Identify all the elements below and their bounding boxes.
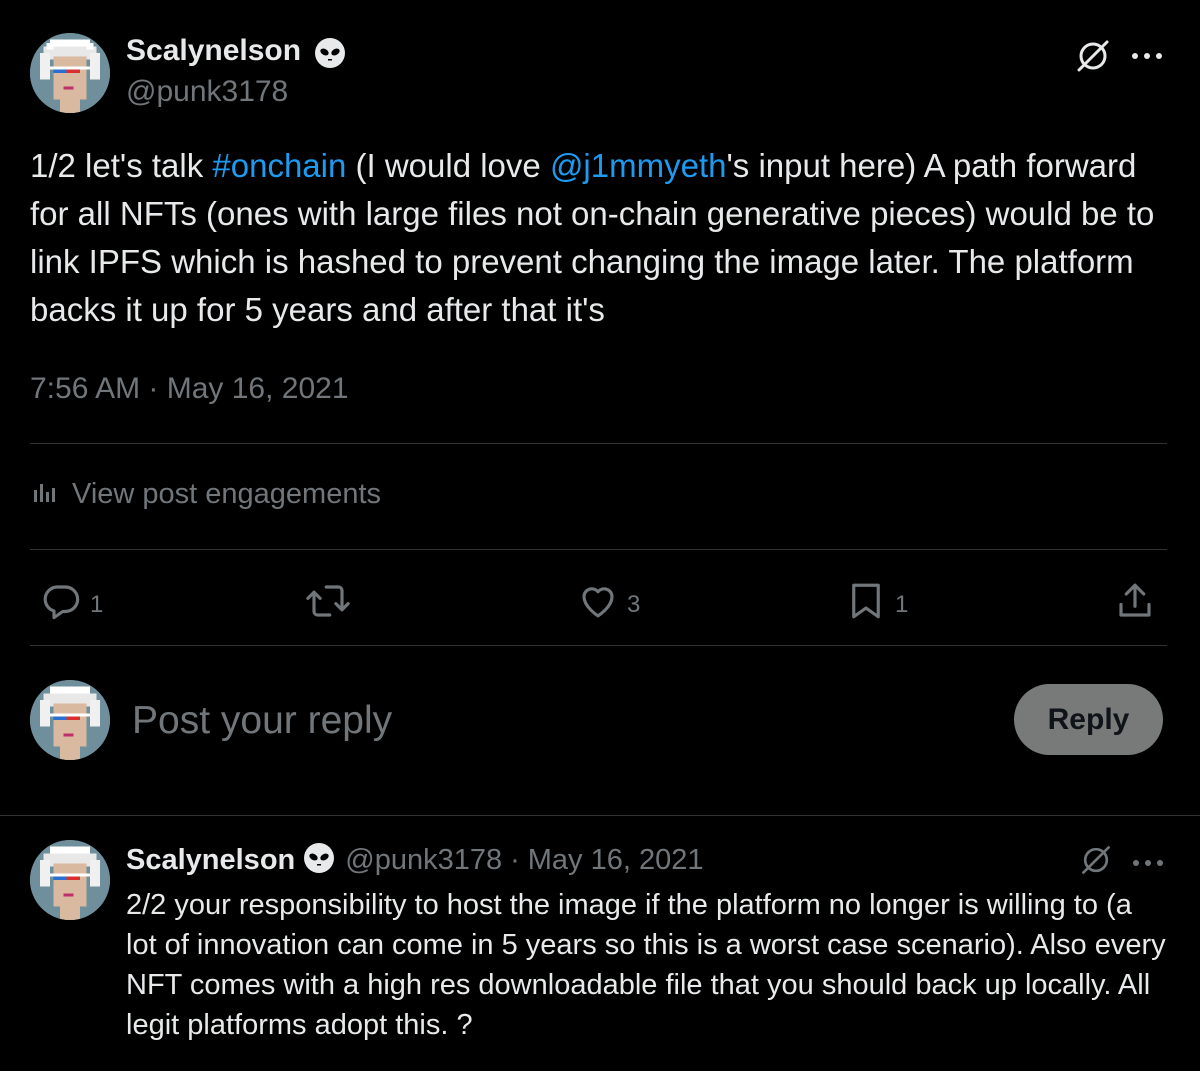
avatar[interactable] <box>30 33 110 113</box>
post-text-part: 1/2 let's talk <box>30 147 213 184</box>
like-count: 3 <box>627 590 641 618</box>
reply-button[interactable]: Reply <box>1014 684 1163 755</box>
divider <box>30 443 1167 444</box>
analytics-icon <box>30 478 58 511</box>
bookmark-icon <box>845 580 895 629</box>
author-row: Scalynelson <box>126 34 346 74</box>
alien-icon <box>303 842 335 879</box>
post-text-part: (I would love <box>346 147 550 184</box>
reply-avatar[interactable] <box>30 840 110 920</box>
separator: · <box>510 844 520 876</box>
grok-icon[interactable] <box>1073 36 1113 81</box>
bookmark-count: 1 <box>895 590 909 618</box>
reply-input[interactable] <box>130 690 834 752</box>
bookmark-action[interactable]: 1 <box>845 580 908 629</box>
grok-icon[interactable] <box>1078 842 1114 883</box>
view-engagements-label: View post engagements <box>72 478 382 510</box>
heart-icon <box>577 580 627 629</box>
composer-avatar <box>30 680 110 760</box>
alien-icon <box>314 37 346 74</box>
reply-author-name[interactable]: Scalynelson <box>126 844 295 877</box>
share-icon <box>1114 580 1164 629</box>
reply-author-handle[interactable]: @punk3178 <box>345 844 502 877</box>
share-action[interactable] <box>1114 580 1164 629</box>
more-icon[interactable] <box>1131 48 1163 66</box>
view-engagements-link[interactable]: View post engagements <box>30 478 381 511</box>
more-icon[interactable] <box>1132 855 1164 873</box>
author-handle[interactable]: @punk3178 <box>126 75 288 109</box>
reply-text: 2/2 your responsibility to host the imag… <box>126 889 1166 1041</box>
divider <box>0 815 1200 816</box>
post-text: 1/2 let's talk #onchain (I would love @j… <box>30 142 1180 334</box>
repost-icon <box>305 580 359 629</box>
author-name[interactable]: Scalynelson <box>126 34 301 67</box>
post-timestamp[interactable]: 7:56 AM · May 16, 2021 <box>30 372 349 406</box>
reply-count: 1 <box>90 590 104 618</box>
divider <box>30 645 1167 646</box>
reply-header: Scalynelson @punk3178 · May 16, 2021 <box>126 842 704 879</box>
reply-date[interactable]: May 16, 2021 <box>528 844 704 877</box>
repost-action[interactable] <box>305 580 359 629</box>
reply-action[interactable]: 1 <box>40 580 103 629</box>
hashtag-link[interactable]: #onchain <box>212 147 346 184</box>
reply-icon <box>40 580 90 629</box>
divider <box>30 549 1167 550</box>
mention-link[interactable]: @j1mmyeth <box>550 147 727 184</box>
like-action[interactable]: 3 <box>577 580 640 629</box>
